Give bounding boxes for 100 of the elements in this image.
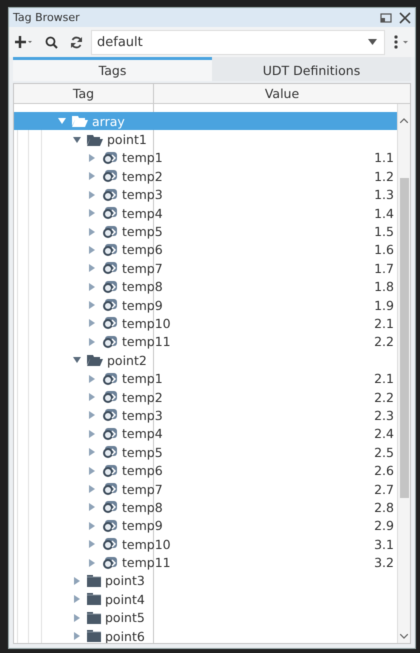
collapsed-arrow-icon[interactable] <box>73 614 81 622</box>
tag-name[interactable]: point6 <box>105 628 145 643</box>
collapsed-arrow-icon[interactable] <box>88 540 96 548</box>
kebab-icon <box>393 35 409 49</box>
collapsed-arrow-icon[interactable] <box>88 209 96 218</box>
tab[interactable]: UDT Definitions <box>212 57 411 81</box>
collapsed-arrow-icon[interactable] <box>88 264 96 272</box>
tag-value: 2.8 <box>374 500 394 515</box>
expanded-arrow-icon[interactable] <box>73 136 81 144</box>
tag-name[interactable]: point3 <box>105 573 145 588</box>
tag-name[interactable]: temp1 <box>122 150 163 166</box>
udt-icon <box>102 390 118 404</box>
tag-name[interactable]: temp2 <box>122 390 163 405</box>
column-header[interactable]: Tag <box>14 84 154 103</box>
column-header[interactable]: Value <box>154 84 410 103</box>
collapsed-arrow-icon[interactable] <box>88 172 96 180</box>
open-folder-icon <box>87 134 103 146</box>
tag-value: 3.1 <box>374 536 394 552</box>
tag-name[interactable]: point1 <box>107 132 147 148</box>
tag-value: 2.6 <box>374 463 394 478</box>
collapsed-arrow-icon[interactable] <box>88 558 96 567</box>
udt-icon <box>102 280 118 294</box>
window-title: Tag Browser <box>13 11 81 24</box>
collapsed-arrow-icon[interactable] <box>88 301 96 310</box>
collapsed-arrow-icon[interactable] <box>73 632 81 640</box>
tag-name[interactable]: temp3 <box>122 408 163 423</box>
tag-value: 3.2 <box>374 555 394 570</box>
tag-name[interactable]: temp3 <box>122 187 163 202</box>
tag-name[interactable]: temp11 <box>122 555 171 570</box>
tag-value: 1.4 <box>374 206 394 221</box>
open-folder-icon <box>87 354 103 366</box>
collapsed-arrow-icon[interactable] <box>88 411 96 420</box>
collapsed-arrow-icon[interactable] <box>73 595 81 604</box>
restore-icon[interactable] <box>380 12 392 22</box>
tag-value: 2.9 <box>374 518 394 534</box>
collapsed-arrow-icon[interactable] <box>73 576 81 585</box>
tag-name[interactable]: temp8 <box>122 279 163 294</box>
tab[interactable]: Tags <box>13 57 212 81</box>
collapsed-arrow-icon[interactable] <box>88 228 96 236</box>
tag-name[interactable]: temp10 <box>122 316 171 331</box>
tag-name[interactable]: temp4 <box>122 206 163 221</box>
tag-name[interactable]: point5 <box>105 610 145 626</box>
tag-value: 1.3 <box>374 187 394 202</box>
collapsed-arrow-icon[interactable] <box>88 448 96 456</box>
collapsed-arrow-icon[interactable] <box>88 246 96 254</box>
udt-icon <box>102 334 118 349</box>
collapsed-arrow-icon[interactable] <box>88 374 96 383</box>
collapsed-arrow-icon[interactable] <box>88 466 96 475</box>
collapsed-arrow-icon[interactable] <box>88 282 96 291</box>
tag-name[interactable]: temp11 <box>122 334 171 350</box>
scroll-down-icon[interactable] <box>400 634 408 639</box>
tag-name[interactable]: temp2 <box>122 168 163 184</box>
udt-icon <box>102 316 118 330</box>
udt-icon <box>102 426 118 441</box>
collapsed-arrow-icon[interactable] <box>88 190 96 199</box>
tag-value: 1.9 <box>374 298 394 313</box>
tag-value: 2.1 <box>374 316 394 331</box>
tag-value: 2.7 <box>374 482 394 496</box>
collapsed-arrow-icon[interactable] <box>88 319 96 328</box>
tag-value: 2.1 <box>374 371 394 386</box>
tag-name[interactable]: temp10 <box>122 536 171 552</box>
udt-icon <box>102 298 118 312</box>
folder-icon <box>87 574 101 587</box>
tag-name[interactable]: temp5 <box>122 224 163 240</box>
tag-value: 2.2 <box>374 334 394 350</box>
udt-icon <box>102 261 118 276</box>
collapsed-arrow-icon[interactable] <box>88 154 96 162</box>
tag-name[interactable]: point2 <box>107 352 147 368</box>
udt-icon <box>102 445 118 460</box>
search-icon <box>45 36 58 48</box>
close-icon[interactable] <box>399 12 411 24</box>
caret-icon <box>368 39 377 45</box>
tag-name[interactable]: temp7 <box>122 260 163 276</box>
tag-name[interactable]: temp7 <box>122 482 163 496</box>
collapsed-arrow-icon[interactable] <box>88 522 96 530</box>
tag-name[interactable]: temp6 <box>122 463 163 478</box>
udt-icon <box>102 500 118 514</box>
tag-name[interactable]: temp9 <box>122 518 163 534</box>
expanded-arrow-icon[interactable] <box>73 356 81 364</box>
tag-name[interactable]: temp8 <box>122 500 163 515</box>
collapsed-arrow-icon[interactable] <box>88 393 96 402</box>
plus-icon <box>15 36 33 48</box>
collapsed-arrow-icon[interactable] <box>88 503 96 512</box>
collapsed-arrow-icon[interactable] <box>88 485 96 493</box>
tag-value: 1.1 <box>374 150 394 166</box>
expanded-arrow-icon[interactable] <box>58 117 66 126</box>
tag-name[interactable]: temp1 <box>122 371 163 386</box>
tag-name[interactable]: point4 <box>105 592 145 607</box>
tag-name[interactable]: temp5 <box>122 444 163 460</box>
provider-dropdown[interactable]: default <box>91 30 385 54</box>
scrollbar[interactable] <box>397 104 410 643</box>
collapsed-arrow-icon[interactable] <box>88 338 96 346</box>
tag-name[interactable]: temp6 <box>122 242 163 258</box>
udt-icon <box>102 169 118 184</box>
udt-icon <box>102 206 118 220</box>
udt-icon <box>102 518 118 533</box>
scroll-up-icon[interactable] <box>400 118 408 123</box>
tag-name[interactable]: temp4 <box>122 426 163 442</box>
collapsed-arrow-icon[interactable] <box>88 430 96 438</box>
tag-name[interactable]: temp9 <box>122 298 163 313</box>
